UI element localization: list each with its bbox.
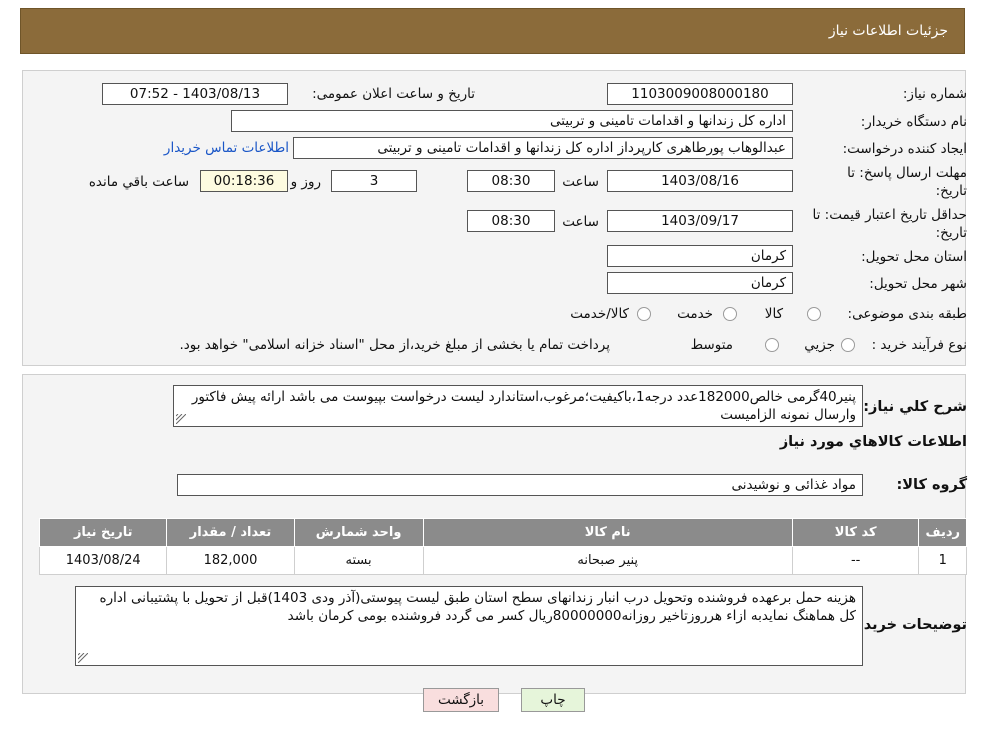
category-service-radio[interactable] bbox=[723, 307, 737, 321]
table-row: 1 -- پنیر صبحانه بسته 182,000 1403/08/24 bbox=[38, 546, 967, 575]
delivery-city-label: شهر محل تحویل: bbox=[869, 276, 967, 292]
summary-label: شرح کلي نياز: bbox=[863, 399, 967, 415]
deadline-time-field: 08:30 bbox=[467, 170, 555, 192]
buyer-contact-link[interactable]: اطلاعات تماس خریدار bbox=[164, 140, 289, 156]
process-minor-label: جزيي bbox=[804, 337, 835, 353]
need-number-field: 1103009008000180 bbox=[607, 83, 793, 105]
buyer-notes-text: هزینه حمل برعهده فروشنده وتحویل درب انبا… bbox=[99, 590, 856, 624]
category-goods-service-label: کالا/خدمت bbox=[570, 306, 629, 322]
page-header: جزئیات اطلاعات نیاز bbox=[20, 8, 965, 54]
unit-cell: بسته bbox=[293, 546, 424, 575]
category-goods-service-radio[interactable] bbox=[637, 307, 651, 321]
item-code-cell: -- bbox=[791, 546, 920, 575]
price-validity-time-field: 08:30 bbox=[467, 210, 555, 232]
price-validity-label: حداقل تاریخ اعتبار قیمت: تا bbox=[812, 207, 967, 223]
resize-grip-icon[interactable] bbox=[78, 653, 88, 663]
col-item-code: کد کالا bbox=[791, 518, 920, 547]
goods-info-title: اطلاعات کالاهاي مورد نياز bbox=[779, 434, 967, 450]
validity-time-word: ساعت bbox=[562, 214, 599, 230]
buyer-org-field: اداره کل زندانها و اقدامات تامینی و تربی… bbox=[231, 110, 793, 132]
deadline-time-word: ساعت bbox=[562, 174, 599, 190]
need-number-label: شماره نیاز: bbox=[902, 86, 967, 102]
col-quantity: تعداد / مقدار bbox=[166, 518, 295, 547]
category-label: طبقه بندی موضوعی: bbox=[847, 306, 967, 322]
requester-label: ایجاد کننده درخواست: bbox=[842, 141, 967, 157]
delivery-city-field: کرمان bbox=[607, 272, 793, 294]
days-word: روز و bbox=[290, 174, 321, 190]
back-button[interactable]: بازگشت bbox=[423, 688, 499, 712]
delivery-province-label: استان محل تحویل: bbox=[861, 249, 967, 265]
buyer-org-label: نام دستگاه خریدار: bbox=[860, 114, 967, 130]
goods-table: رديف کد کالا نام کالا واحد شمارش تعداد /… bbox=[38, 518, 967, 575]
process-type-label: نوع فرآیند خرید : bbox=[871, 337, 967, 353]
item-name-cell: پنیر صبحانه bbox=[422, 546, 793, 575]
treasury-payment-note: پرداخت تمام یا بخشی از مبلغ خرید،از محل … bbox=[179, 337, 610, 353]
process-medium-label: متوسط bbox=[690, 337, 733, 353]
time-remaining-field: 00:18:36 bbox=[200, 170, 288, 192]
process-minor-radio[interactable] bbox=[841, 338, 855, 352]
quantity-cell: 182,000 bbox=[166, 546, 295, 575]
process-medium-radio[interactable] bbox=[765, 338, 779, 352]
requester-field: عبدالوهاب پورطاهری کارپرداز اداره کل زند… bbox=[293, 137, 793, 159]
delivery-province-field: کرمان bbox=[607, 245, 793, 267]
need-date-cell: 1403/08/24 bbox=[38, 546, 168, 575]
col-need-date: تاریخ نیاز bbox=[38, 518, 168, 547]
announce-date-field: 1403/08/13 - 07:52 bbox=[102, 83, 288, 105]
announce-date-label: تاریخ و ساعت اعلان عمومی: bbox=[312, 86, 475, 102]
category-goods-radio[interactable] bbox=[807, 307, 821, 321]
row-number-cell: 1 bbox=[918, 546, 967, 575]
price-validity-date-field: 1403/09/17 bbox=[607, 210, 793, 232]
col-row-number: رديف bbox=[918, 518, 967, 547]
time-remaining-word: ساعت باقي مانده bbox=[88, 174, 189, 190]
category-goods-label: کالا bbox=[764, 306, 783, 322]
resize-grip-icon[interactable] bbox=[176, 414, 186, 424]
goods-group-field: مواد غذائی و نوشیدنی bbox=[177, 474, 863, 496]
deadline-label: مهلت ارسال پاسخ: تا bbox=[847, 165, 967, 181]
page-title: جزئیات اطلاعات نیاز bbox=[828, 23, 948, 39]
col-unit: واحد شمارش bbox=[293, 518, 424, 547]
table-header-row: رديف کد کالا نام کالا واحد شمارش تعداد /… bbox=[38, 518, 967, 547]
days-remaining-field: 3 bbox=[331, 170, 417, 192]
summary-textarea[interactable]: پنیر40گرمی خالص182000عدد درجه1،باکیفیت؛م… bbox=[173, 385, 863, 427]
col-item-name: نام کالا bbox=[422, 518, 793, 547]
price-validity-label-cont: تاریخ: bbox=[935, 225, 967, 241]
print-button[interactable]: چاپ bbox=[521, 688, 585, 712]
summary-text: پنیر40گرمی خالص182000عدد درجه1،باکیفیت؛م… bbox=[191, 389, 856, 423]
deadline-date-field: 1403/08/16 bbox=[607, 170, 793, 192]
buyer-notes-textarea[interactable]: هزینه حمل برعهده فروشنده وتحویل درب انبا… bbox=[75, 586, 863, 666]
deadline-label-cont: تاریخ: bbox=[935, 183, 967, 199]
goods-group-label: گروه کالا: bbox=[896, 477, 967, 493]
category-service-label: خدمت bbox=[677, 306, 713, 322]
